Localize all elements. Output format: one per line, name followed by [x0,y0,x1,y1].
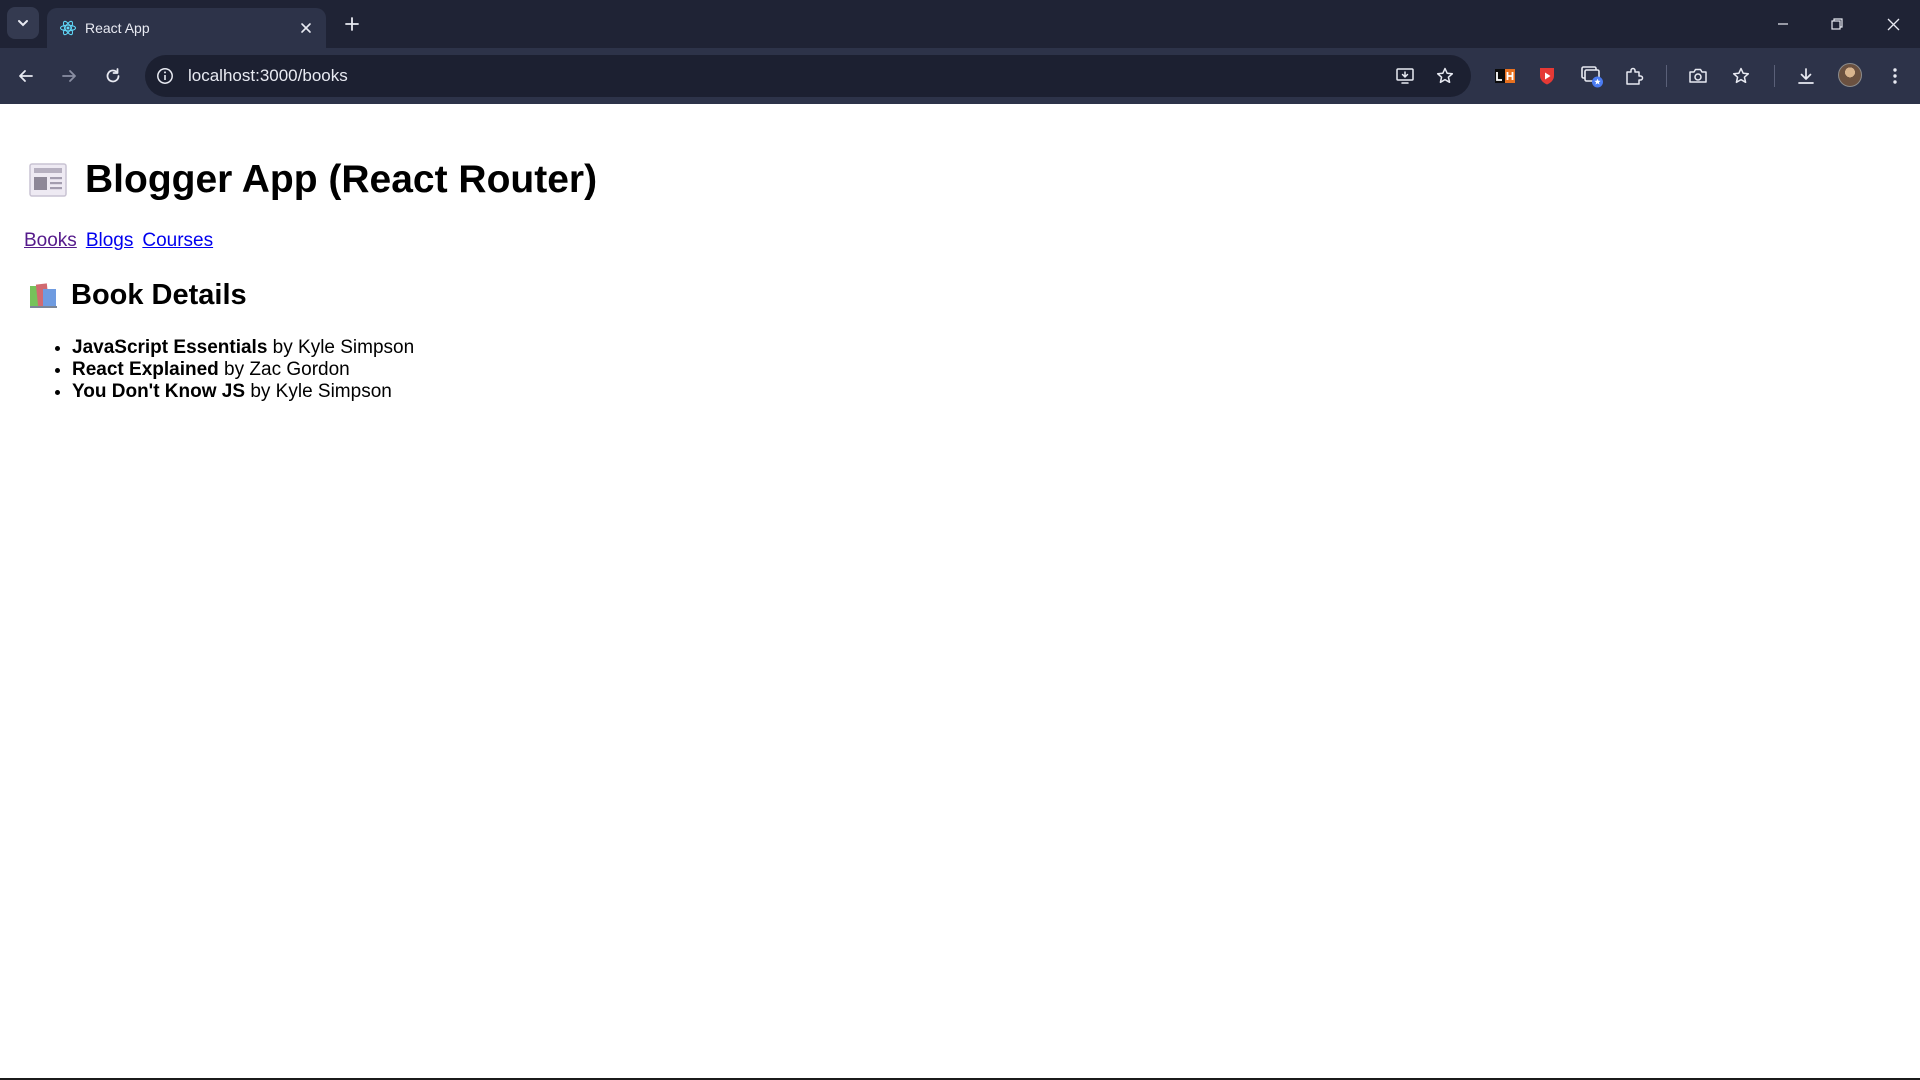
tab-title: React App [85,20,150,36]
minimize-button[interactable] [1756,0,1810,48]
book-author: by Kyle Simpson [245,381,392,402]
page-title-text: Blogger App (React Router) [85,158,598,201]
list-item: You Don't Know JS by Kyle Simpson [72,381,414,403]
book-author: by Kyle Simpson [267,337,415,358]
plus-icon [345,17,359,31]
reload-icon [106,68,120,83]
install-app-icon [1396,68,1414,84]
bookmarks-button[interactable] [1726,60,1758,92]
active-tab[interactable]: React App [47,8,326,48]
forward-button[interactable] [53,60,85,92]
chevron-down-icon [18,20,28,27]
site-info-button[interactable] [153,64,177,88]
star-list-icon [1732,67,1750,84]
browser-menu-button[interactable] [1879,60,1911,92]
tab-strip: React App [0,0,1920,48]
book-author: by Zac Gordon [218,359,350,380]
new-tab-button[interactable] [338,10,366,38]
info-icon [157,68,173,84]
book-list: JavaScript Essentials by Kyle Simpson Re… [72,337,414,403]
book-title: You Don't Know JS [72,381,246,402]
tab-manager-extension-button[interactable] [1576,60,1608,92]
main-nav: Books Blogs Courses [24,230,222,252]
tab-search-button[interactable] [7,7,39,39]
close-icon [301,23,311,33]
list-item: JavaScript Essentials by Kyle Simpson [72,337,414,359]
address-bar[interactable]: localhost:3000/books [145,55,1471,97]
book-title: React Explained [72,359,219,380]
profile-avatar[interactable] [1838,63,1862,87]
extensions-button[interactable] [1618,60,1650,92]
section-title: Book Details [28,279,247,312]
bookmark-button[interactable] [1433,64,1457,88]
more-vertical-icon [1893,68,1897,84]
star-icon [1436,67,1454,84]
list-item: React Explained by Zac Gordon [72,359,414,381]
nav-link-books[interactable]: Books [24,230,77,251]
minimize-icon [1778,23,1788,25]
book-title: JavaScript Essentials [72,337,268,358]
toolbar-divider [1774,65,1775,87]
browser-toolbar: localhost:3000/books [0,48,1920,104]
page-title: Blogger App (React Router) [28,158,597,202]
camera-icon [1689,68,1707,83]
page-content: Blogger App (React Router) Books Blogs Cou… [0,104,1920,1080]
install-app-button[interactable] [1393,64,1417,88]
back-button[interactable] [10,60,42,92]
arrow-right-icon [62,70,76,82]
react-logo-icon [59,20,77,36]
tab-close-button[interactable] [296,18,316,38]
download-icon [1798,68,1814,84]
arrow-left-icon [19,70,33,82]
url-text: localhost:3000/books [188,66,348,85]
books-icon [28,281,59,310]
puzzle-piece-icon [1626,67,1644,85]
windows-star-icon [1581,66,1603,88]
lighthouse-extension-icon [1495,69,1515,83]
lighthouse-extension-button[interactable] [1489,60,1521,92]
shield-extension-button[interactable] [1531,60,1563,92]
screenshot-button[interactable] [1682,60,1714,92]
close-icon [1887,18,1899,30]
downloads-button[interactable] [1790,60,1822,92]
shield-play-icon [1540,68,1554,85]
reload-button[interactable] [97,60,129,92]
section-title-text: Book Details [71,279,247,311]
toolbar-divider [1666,65,1667,87]
restore-button[interactable] [1810,0,1864,48]
nav-link-courses[interactable]: Courses [142,230,213,251]
close-window-button[interactable] [1866,0,1920,48]
newspaper-icon [28,161,68,199]
nav-link-blogs[interactable]: Blogs [86,230,134,251]
restore-icon [1831,18,1843,30]
